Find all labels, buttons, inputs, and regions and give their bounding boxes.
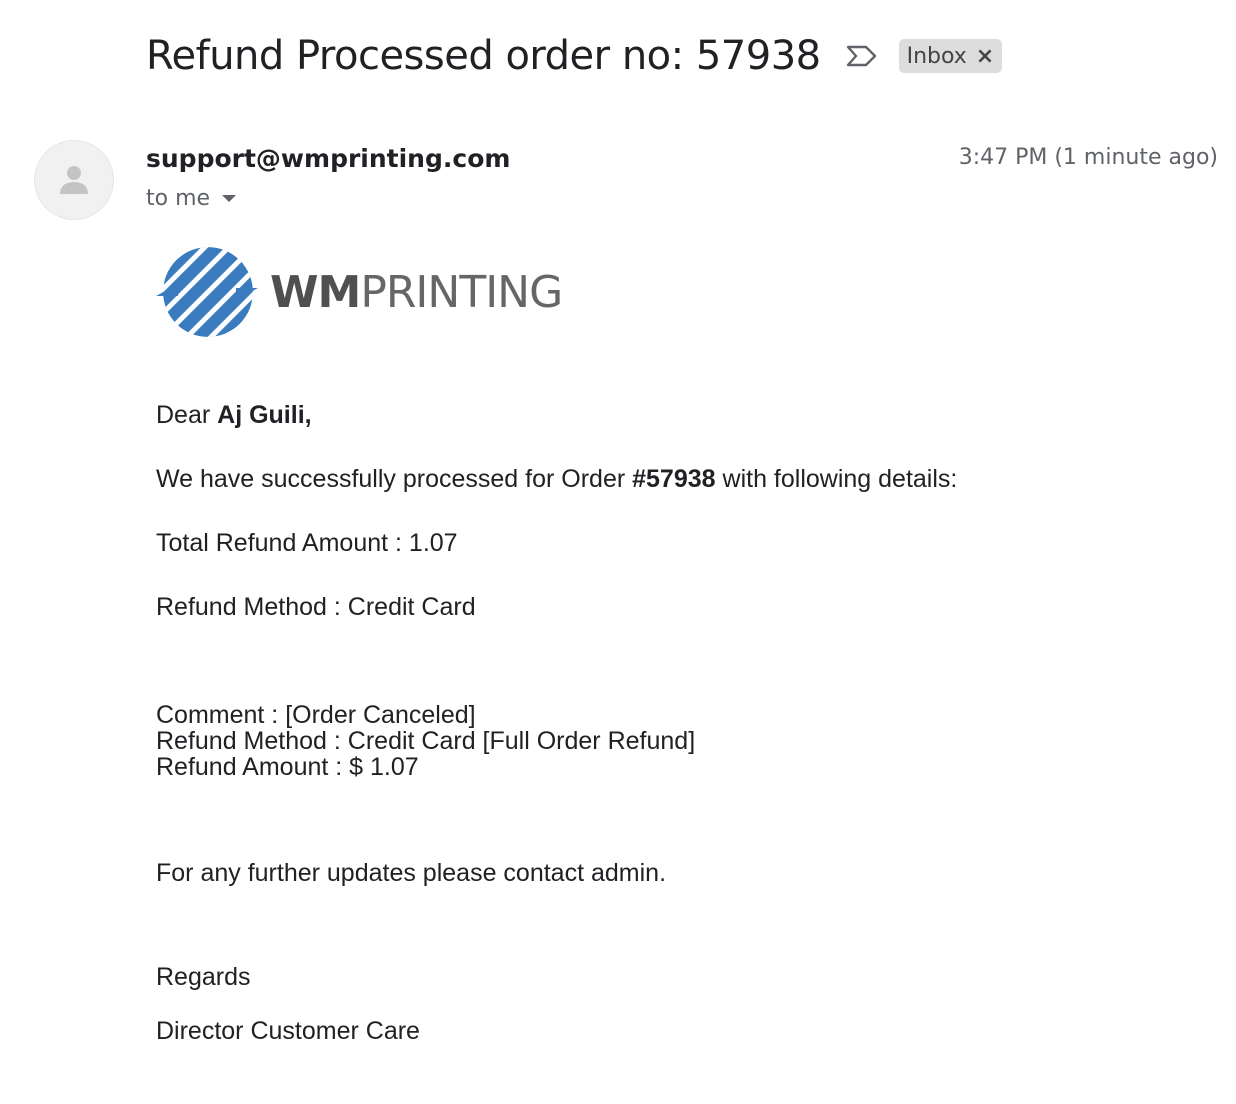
sender-avatar[interactable] xyxy=(34,140,114,220)
intro-paragraph: We have successfully processed for Order… xyxy=(156,465,957,494)
logo-wordmark-bold: WM xyxy=(270,266,361,318)
inbox-label-text: Inbox xyxy=(906,43,967,69)
subject-row: Refund Processed order no: 57938 Inbox × xyxy=(146,26,1003,86)
sender-email[interactable]: support@wmprinting.com xyxy=(146,144,510,173)
intro-prefix: We have successfully processed for Order xyxy=(156,465,633,493)
regards: Regards xyxy=(156,963,251,991)
remove-label-icon[interactable]: × xyxy=(976,44,994,69)
comment-line: Refund Method : Credit Card [Full Order … xyxy=(156,727,696,755)
customer-name: Aj Guili, xyxy=(217,401,312,429)
importance-marker-icon[interactable] xyxy=(845,44,879,68)
contact-admin-note: For any further updates please contact a… xyxy=(156,859,667,887)
person-icon xyxy=(60,166,88,194)
email-subject: Refund Processed order no: 57938 xyxy=(146,33,821,79)
refund-method: Refund Method : Credit Card xyxy=(156,593,476,621)
wmprinting-logo: WMPRINTING xyxy=(156,244,563,340)
comment-line: Refund Amount : $ 1.07 xyxy=(156,753,419,781)
greeting: Dear Aj Guili, xyxy=(156,401,312,430)
logo-wordmark: WMPRINTING xyxy=(270,266,563,318)
total-refund-amount: Total Refund Amount : 1.07 xyxy=(156,529,458,557)
chevron-down-icon[interactable] xyxy=(222,195,237,202)
recipient-details-toggle[interactable]: to me xyxy=(146,186,237,211)
signature: Director Customer Care xyxy=(156,1017,420,1045)
inbox-label-chip[interactable]: Inbox × xyxy=(898,39,1003,73)
intro-suffix: with following details: xyxy=(715,465,958,493)
order-reference: #57938 xyxy=(632,465,716,493)
logo-wordmark-light: PRINTING xyxy=(360,266,563,318)
comment-block: Comment : [Order Canceled] Refund Method… xyxy=(156,702,695,780)
greeting-prefix: Dear xyxy=(156,401,218,429)
recipient-label: to me xyxy=(146,186,211,211)
logo-mark-icon xyxy=(156,247,258,337)
comment-line: Comment : [Order Canceled] xyxy=(156,701,476,729)
message-timestamp: 3:47 PM (1 minute ago) xyxy=(958,145,1218,170)
